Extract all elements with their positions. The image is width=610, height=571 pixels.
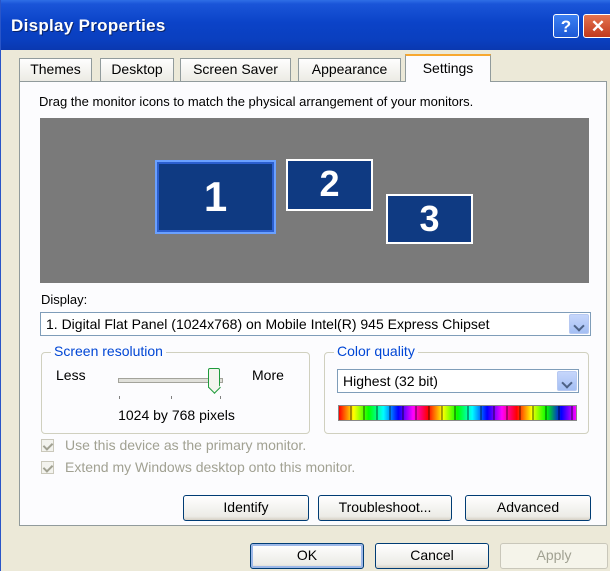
identify-button[interactable]: Identify <box>183 495 309 521</box>
color-spectrum-bar <box>338 405 577 421</box>
close-button[interactable]: ✕ <box>583 14 610 38</box>
apply-button[interactable]: Apply <box>500 543 608 569</box>
tab-appearance[interactable]: Appearance <box>298 58 401 81</box>
resolution-less-label: Less <box>56 367 86 383</box>
monitor-3-icon[interactable]: 3 <box>386 194 473 244</box>
resolution-slider-thumb[interactable] <box>208 368 220 388</box>
monitor-2-icon[interactable]: 2 <box>286 159 373 211</box>
screen-resolution-title: Screen resolution <box>51 343 166 359</box>
ok-button[interactable]: OK <box>250 543 364 569</box>
chevron-down-icon[interactable] <box>569 314 589 334</box>
color-quality-select[interactable]: Highest (32 bit) <box>337 369 579 393</box>
tab-settings[interactable]: Settings <box>405 54 491 82</box>
resolution-value: 1024 by 768 pixels <box>118 407 235 423</box>
cancel-button[interactable]: Cancel <box>375 543 489 569</box>
advanced-button[interactable]: Advanced <box>465 495 591 521</box>
display-select-value: 1. Digital Flat Panel (1024x768) on Mobi… <box>46 316 490 332</box>
tab-themes[interactable]: Themes <box>19 58 92 81</box>
slider-tick <box>220 396 221 399</box>
extend-desktop-label: Extend my Windows desktop onto this moni… <box>65 459 356 475</box>
display-properties-window: Display Properties ? ✕ Themes Desktop Sc… <box>0 0 610 571</box>
chevron-down-icon[interactable] <box>557 371 577 391</box>
color-quality-title: Color quality <box>334 343 418 359</box>
slider-tick <box>119 396 120 399</box>
tab-desktop[interactable]: Desktop <box>100 58 174 81</box>
display-select[interactable]: 1. Digital Flat Panel (1024x768) on Mobi… <box>40 312 591 336</box>
resolution-more-label: More <box>252 367 284 383</box>
help-button[interactable]: ? <box>553 14 579 38</box>
troubleshoot-button[interactable]: Troubleshoot... <box>318 495 452 521</box>
instruction-text: Drag the monitor icons to match the phys… <box>39 94 474 109</box>
slider-tick <box>171 396 172 399</box>
close-icon: ✕ <box>590 17 606 36</box>
display-label: Display: <box>41 292 88 307</box>
tab-screen-saver[interactable]: Screen Saver <box>180 58 291 81</box>
monitor-1-icon[interactable]: 1 <box>155 160 276 234</box>
checkbox-checked-icon[interactable] <box>41 439 54 452</box>
monitor-arrangement-area[interactable]: 1 2 3 <box>40 118 589 283</box>
screen-resolution-group: Screen resolution Less More 1024 by 768 … <box>41 343 310 434</box>
title-bar[interactable]: Display Properties ? ✕ <box>1 0 610 50</box>
checkbox-checked-icon[interactable] <box>41 461 54 474</box>
window-title: Display Properties <box>11 16 166 35</box>
primary-monitor-label: Use this device as the primary monitor. <box>65 437 307 453</box>
color-quality-group: Color quality Highest (32 bit) <box>324 343 589 434</box>
color-quality-value: Highest (32 bit) <box>343 373 438 389</box>
help-icon: ? <box>560 17 572 36</box>
